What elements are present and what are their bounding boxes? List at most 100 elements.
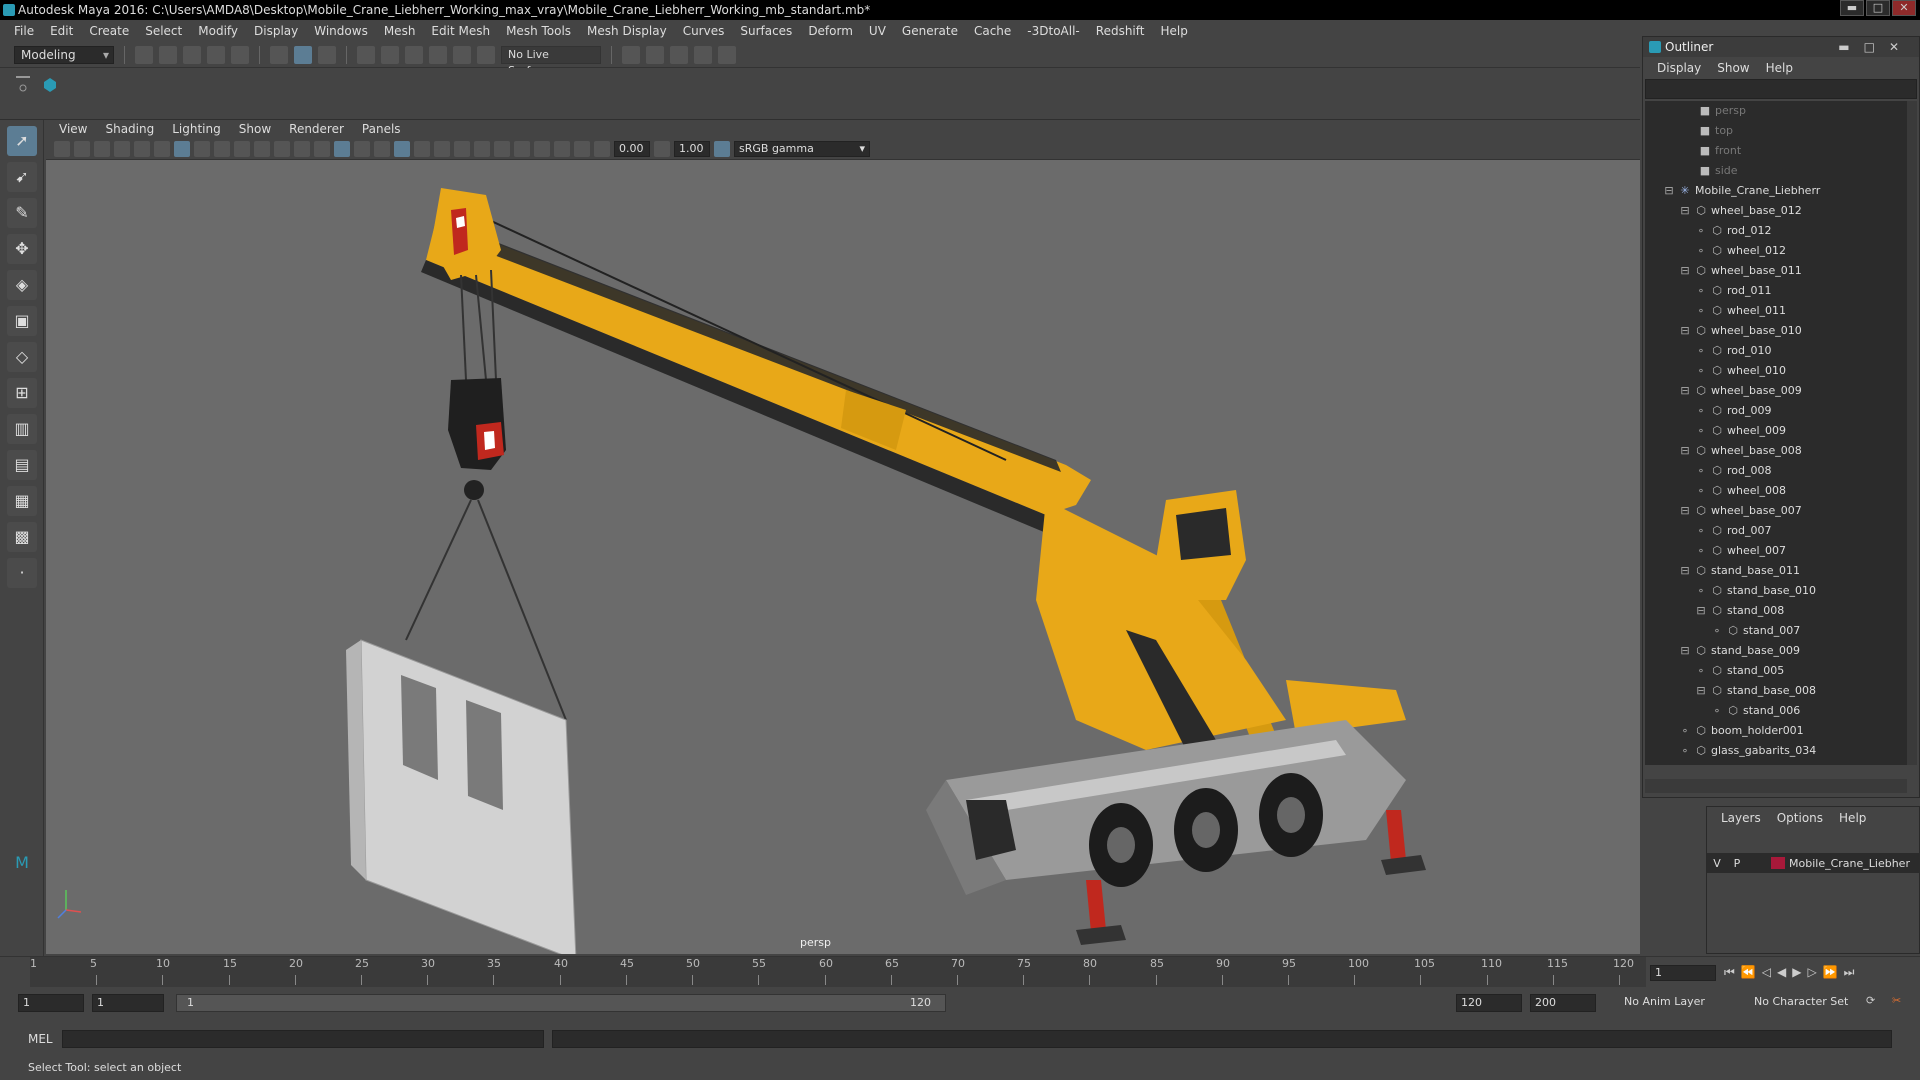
menu-mesh[interactable]: Mesh — [376, 24, 424, 38]
menu-cache[interactable]: Cache — [966, 24, 1019, 38]
outliner-search-input[interactable] — [1645, 79, 1917, 99]
layer-color-swatch[interactable] — [1771, 857, 1785, 869]
layer-name[interactable]: Mobile_Crane_Liebher — [1789, 857, 1910, 870]
anim-prefs-icon[interactable]: ✂ — [1892, 994, 1901, 1007]
open-scene-icon[interactable] — [159, 45, 177, 64]
outliner-item[interactable]: ⊟ ⬡ wheel_base_011 — [1645, 261, 1907, 281]
current-frame-field[interactable]: 1 — [1650, 965, 1716, 981]
outliner-item[interactable]: ⊟ ✳ Mobile_Crane_Liebherr — [1645, 181, 1907, 201]
select-hierarchy-icon[interactable] — [270, 45, 288, 64]
character-set-dropdown[interactable]: No Character Set — [1750, 994, 1860, 1012]
outliner-item[interactable]: ∘ ⬡ stand_006 — [1645, 701, 1907, 721]
viewport-panel[interactable]: View Shading Lighting Show Renderer Pane… — [46, 120, 1640, 954]
motion-blur-icon[interactable] — [474, 140, 490, 157]
outliner-item[interactable]: ∘ ⬡ stand_005 — [1645, 661, 1907, 681]
scene-start-field[interactable]: 1 — [18, 994, 84, 1012]
gamma-field[interactable]: 1.00 — [674, 140, 710, 157]
ambient-occlusion-icon[interactable] — [454, 140, 470, 157]
backface-icon[interactable] — [574, 140, 590, 157]
undo-icon[interactable] — [207, 45, 225, 64]
live-surface-field[interactable]: No Live Surface — [501, 45, 601, 77]
field-chart-icon[interactable] — [254, 140, 270, 157]
layer-row[interactable]: V P Mobile_Crane_Liebher — [1707, 853, 1920, 873]
menu-curves[interactable]: Curves — [675, 24, 733, 38]
side-by-side-icon[interactable]: ▥ — [7, 414, 37, 444]
minimize-button[interactable]: ▬ — [1840, 0, 1864, 16]
vp-menu-panels[interactable]: Panels — [353, 122, 410, 136]
outliner-item[interactable]: ∘ ⬡ glass_gabarits_034 — [1645, 741, 1907, 761]
vp-menu-renderer[interactable]: Renderer — [280, 122, 353, 136]
outliner-item[interactable]: ∘ ⬡ rod_007 — [1645, 521, 1907, 541]
collapse-toggle-icon[interactable]: ⊟ — [1679, 381, 1691, 401]
anim-layer-dropdown[interactable]: No Anim Layer — [1620, 994, 1730, 1012]
collapse-toggle-icon[interactable]: ⊟ — [1679, 201, 1691, 221]
mode-dropdown[interactable]: Modeling — [14, 45, 114, 64]
close-button[interactable]: ✕ — [1892, 0, 1916, 16]
outliner-menu-display[interactable]: Display — [1649, 61, 1709, 75]
shelf-gear-icon[interactable] — [19, 84, 27, 92]
isolate-select-icon[interactable] — [514, 140, 530, 157]
toolbox-more-icon[interactable]: · — [7, 558, 37, 588]
layer-visibility-toggle[interactable]: V — [1707, 857, 1727, 870]
persp-graph-icon[interactable]: ▦ — [7, 486, 37, 516]
smooth-shade-icon[interactable] — [334, 140, 350, 157]
shelf-menu-icon[interactable] — [16, 76, 30, 78]
wireframe-on-shaded-icon[interactable] — [374, 140, 390, 157]
outliner-item[interactable]: ∘ ⬡ boom_holder001 — [1645, 721, 1907, 741]
collapse-toggle-icon[interactable]: ⊟ — [1695, 681, 1707, 701]
outliner-item[interactable]: ∘ ⬡ rod_009 — [1645, 401, 1907, 421]
outliner-item[interactable]: ∘ ⬡ rod_012 — [1645, 221, 1907, 241]
snap-curve-icon[interactable] — [381, 45, 399, 64]
menu-edit[interactable]: Edit — [42, 24, 81, 38]
mel-input[interactable] — [62, 1030, 544, 1048]
camera-attr-icon[interactable] — [74, 140, 90, 157]
ipr-render-icon[interactable] — [670, 45, 688, 64]
collapse-toggle-icon[interactable]: ⊟ — [1663, 181, 1675, 201]
menu-file[interactable]: File — [6, 24, 42, 38]
film-gate-icon[interactable] — [194, 140, 210, 157]
collapse-toggle-icon[interactable]: ⊟ — [1679, 321, 1691, 341]
scale-tool-icon[interactable]: ▣ — [7, 306, 37, 336]
menu-display[interactable]: Display — [246, 24, 306, 38]
select-tool-icon[interactable]: ➚ — [7, 126, 37, 156]
step-back-frame-icon[interactable]: ◁ — [1762, 965, 1771, 980]
snap-grid-icon[interactable] — [357, 45, 375, 64]
menu-3dtoall[interactable]: -3DtoAll- — [1019, 24, 1087, 38]
outliner-tree[interactable]: ■ persp ■ top ■ front ■ side ⊟ ✳ Mobile_Crane_Lieb… — [1645, 101, 1907, 765]
outliner-menu-show[interactable]: Show — [1709, 61, 1757, 75]
step-back-key-icon[interactable]: ⏪ — [1741, 965, 1756, 980]
outliner-vertical-scrollbar[interactable] — [1907, 101, 1917, 765]
render-settings-icon[interactable] — [622, 45, 640, 64]
go-to-end-icon[interactable]: ⏭ — [1844, 965, 1855, 980]
playback-start-field[interactable]: 1 — [92, 994, 164, 1012]
outliner-item[interactable]: ■ persp — [1645, 101, 1907, 121]
camera-select-icon[interactable] — [54, 140, 70, 157]
menu-mesh-tools[interactable]: Mesh Tools — [498, 24, 579, 38]
menu-mesh-display[interactable]: Mesh Display — [579, 24, 675, 38]
step-forward-frame-icon[interactable]: ▷ — [1807, 965, 1816, 980]
color-space-dropdown[interactable]: sRGB gamma — [734, 140, 870, 157]
save-scene-icon[interactable] — [183, 45, 201, 64]
move-tool-icon[interactable]: ✥ — [7, 234, 37, 264]
grid-icon[interactable] — [174, 140, 190, 157]
mel-label[interactable]: MEL — [28, 1032, 53, 1046]
paint-select-icon[interactable]: ✎ — [7, 198, 37, 228]
menu-help[interactable]: Help — [1152, 24, 1195, 38]
menu-modify[interactable]: Modify — [190, 24, 246, 38]
outliner-item[interactable]: ∘ ⬡ wheel_011 — [1645, 301, 1907, 321]
collapse-toggle-icon[interactable]: ⊟ — [1679, 561, 1691, 581]
shadows-icon[interactable] — [434, 140, 450, 157]
anti-aliasing-icon[interactable] — [494, 140, 510, 157]
layer-menu-help[interactable]: Help — [1831, 811, 1874, 825]
collapse-toggle-icon[interactable]: ⊟ — [1679, 641, 1691, 661]
use-lights-icon[interactable] — [414, 140, 430, 157]
history-icon[interactable] — [477, 45, 495, 64]
outliner-item[interactable]: ■ front — [1645, 141, 1907, 161]
layer-playback-toggle[interactable]: P — [1727, 857, 1747, 870]
safe-title-icon[interactable] — [294, 140, 310, 157]
outliner-item[interactable]: ∘ ⬡ rod_008 — [1645, 461, 1907, 481]
outliner-item[interactable]: ∘ ⬡ wheel_009 — [1645, 421, 1907, 441]
menu-uv[interactable]: UV — [861, 24, 894, 38]
outliner-item[interactable]: ⊟ ⬡ stand_base_009 — [1645, 641, 1907, 661]
menu-redshift[interactable]: Redshift — [1088, 24, 1153, 38]
